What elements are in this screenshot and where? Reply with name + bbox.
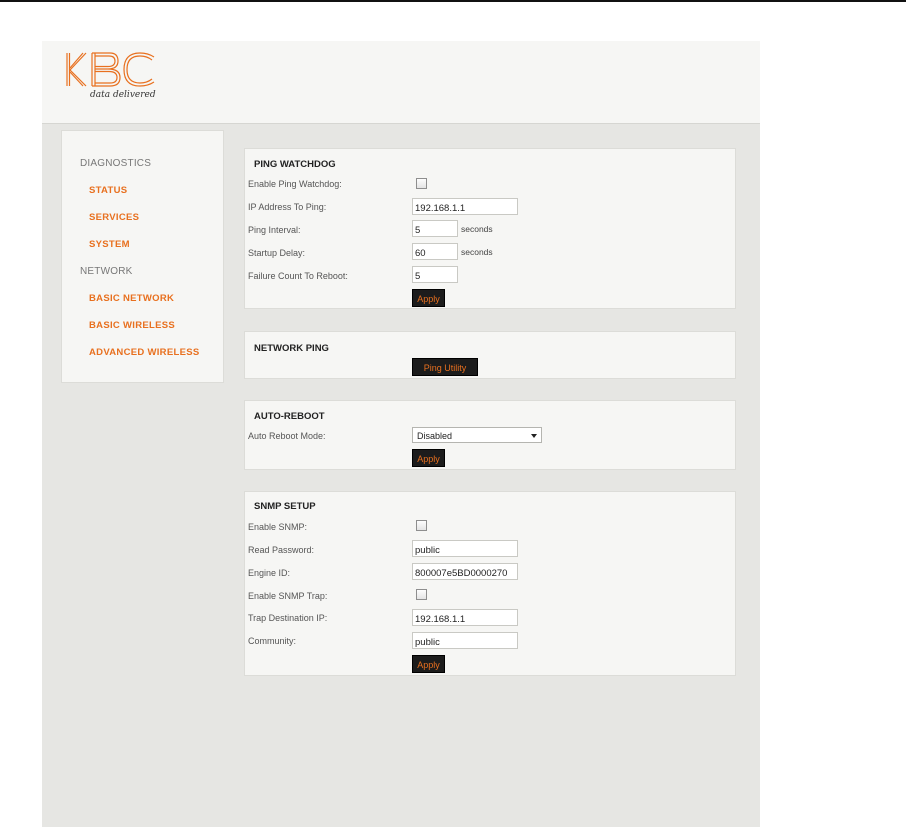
network-ping-panel: NETWORK PING Ping Utility (244, 331, 736, 379)
snmp-setup-panel: SNMP SETUP Enable SNMP: Read Password: p… (244, 491, 736, 676)
enable-snmp-checkbox[interactable] (416, 520, 427, 531)
top-border (0, 0, 906, 2)
ip-address-input[interactable]: 192.168.1.1 (412, 198, 518, 215)
sidebar-nav: DIAGNOSTICS STATUS SERVICES SYSTEM NETWO… (61, 130, 224, 383)
enable-ping-watchdog-checkbox[interactable] (416, 178, 427, 189)
header-divider (42, 123, 760, 124)
startup-delay-label: Startup Delay: (248, 248, 306, 258)
auto-reboot-mode-value: Disabled (417, 431, 453, 441)
auto-reboot-mode-label: Auto Reboot Mode: (248, 431, 326, 441)
read-password-input[interactable]: public (412, 540, 518, 557)
enable-snmp-trap-label: Enable SNMP Trap: (248, 591, 328, 601)
sidebar-item-basic-wireless[interactable]: BASIC WIRELESS (89, 320, 175, 331)
sidebar-heading-diagnostics: DIAGNOSTICS (80, 158, 152, 169)
engine-id-label: Engine ID: (248, 568, 291, 578)
ping-watchdog-panel: PING WATCHDOG Enable Ping Watchdog: IP A… (244, 148, 736, 309)
enable-snmp-trap-checkbox[interactable] (416, 589, 427, 600)
startup-delay-unit: seconds (461, 247, 493, 257)
sidebar-item-advanced-wireless[interactable]: ADVANCED WIRELESS (89, 347, 200, 358)
trap-destination-ip-input[interactable]: 192.168.1.1 (412, 609, 518, 626)
trap-destination-ip-label: Trap Destination IP: (248, 613, 328, 623)
panel-title: SNMP SETUP (254, 501, 316, 512)
sidebar-item-system[interactable]: SYSTEM (89, 239, 130, 250)
sidebar-heading-network: NETWORK (80, 266, 133, 277)
read-password-label: Read Password: (248, 545, 315, 555)
failure-count-input[interactable]: 5 (412, 266, 458, 283)
logo-tagline: data delivered (90, 90, 156, 100)
sidebar-item-status[interactable]: STATUS (89, 185, 127, 196)
auto-reboot-mode-select[interactable]: Disabled (412, 427, 542, 443)
community-label: Community: (248, 636, 297, 646)
chevron-down-icon (531, 434, 537, 438)
enable-snmp-label: Enable SNMP: (248, 522, 308, 532)
enable-ping-watchdog-label: Enable Ping Watchdog: (248, 179, 342, 189)
failure-count-label: Failure Count To Reboot: (248, 271, 348, 281)
community-input[interactable]: public (412, 632, 518, 649)
ping-interval-label: Ping Interval: (248, 225, 301, 235)
ping-utility-button[interactable]: Ping Utility (412, 358, 478, 376)
ping-interval-unit: seconds (461, 224, 493, 234)
engine-id-input[interactable]: 800007e5BD0000270 (412, 563, 518, 580)
startup-delay-input[interactable]: 60 (412, 243, 458, 260)
auto-reboot-panel: AUTO-REBOOT Auto Reboot Mode: Disabled A… (244, 400, 736, 470)
sidebar-item-services[interactable]: SERVICES (89, 212, 139, 223)
panel-title: AUTO-REBOOT (254, 411, 325, 422)
ping-interval-input[interactable]: 5 (412, 220, 458, 237)
snmp-apply-button[interactable]: Apply (412, 655, 445, 673)
auto-reboot-apply-button[interactable]: Apply (412, 449, 445, 467)
ping-watchdog-apply-button[interactable]: Apply (412, 289, 445, 307)
panel-title: PING WATCHDOG (254, 159, 336, 170)
ip-address-label: IP Address To Ping: (248, 202, 327, 212)
panel-title: NETWORK PING (254, 343, 329, 354)
sidebar-item-basic-network[interactable]: BASIC NETWORK (89, 293, 174, 304)
